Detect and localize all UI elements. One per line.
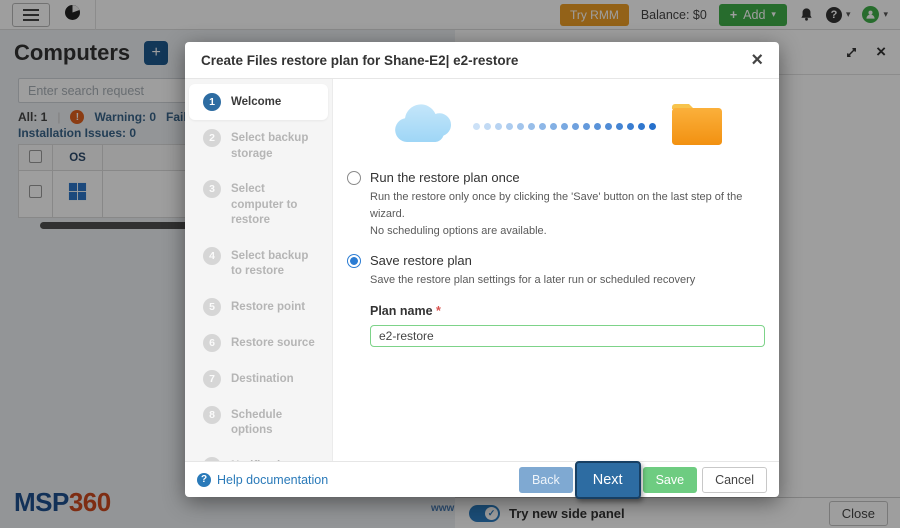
- wizard-step-7[interactable]: 7 Destination: [189, 361, 328, 397]
- plan-name-input[interactable]: [370, 325, 765, 347]
- wizard-step-3[interactable]: 3 Select computer to restore: [189, 171, 328, 238]
- option-description: Save the restore plan settings for a lat…: [370, 272, 765, 289]
- step-number-badge: 7: [203, 370, 221, 388]
- step-label: Destination: [231, 370, 294, 388]
- help-icon: ?: [197, 473, 211, 487]
- option-label: Save restore plan: [370, 253, 472, 268]
- back-button[interactable]: Back: [519, 467, 573, 493]
- option-description: Run the restore only once by clicking th…: [370, 189, 765, 240]
- app-screen: Try RMM Balance: $0 + Add ▾ ? ▾: [0, 0, 900, 528]
- wizard-step-4[interactable]: 4 Select backup to restore: [189, 238, 328, 289]
- option-save-plan: Save restore plan Save the restore plan …: [347, 253, 765, 289]
- radio-run-once[interactable]: [347, 171, 361, 185]
- transfer-dots: [473, 123, 656, 130]
- step-number-badge: 8: [203, 406, 221, 424]
- step-label: Restore point: [231, 298, 305, 316]
- modal-header: Create Files restore plan for Shane-E2| …: [185, 42, 779, 79]
- save-button[interactable]: Save: [643, 467, 698, 493]
- wizard-content: Run the restore plan once Run the restor…: [333, 79, 779, 461]
- step-number-badge: 6: [203, 334, 221, 352]
- step-label: Welcome: [231, 93, 281, 111]
- option-run-once: Run the restore plan once Run the restor…: [347, 170, 765, 240]
- wizard-steps: 1 Welcome 2 Select backup storage 3 Select co…: [185, 79, 333, 461]
- option-label: Run the restore plan once: [370, 170, 520, 185]
- cloud-to-folder-illustration: [347, 95, 765, 157]
- step-number-badge: 5: [203, 298, 221, 316]
- step-label: Restore source: [231, 334, 315, 352]
- step-label: Select computer to restore: [231, 180, 320, 229]
- help-documentation-link[interactable]: ? Help documentation: [197, 473, 328, 487]
- wizard-step-9[interactable]: 9Notifications: [189, 448, 328, 461]
- next-button[interactable]: Next: [575, 461, 641, 499]
- step-number-badge: 3: [203, 180, 221, 198]
- folder-icon: [668, 99, 726, 154]
- cancel-button[interactable]: Cancel: [702, 467, 767, 493]
- option-run-once-row[interactable]: Run the restore plan once: [347, 170, 765, 185]
- modal-footer: ? Help documentation Back Next Save Canc…: [185, 461, 779, 497]
- wizard-step-1[interactable]: 1 Welcome: [189, 84, 328, 120]
- wizard-step-8[interactable]: 8 Schedule options: [189, 397, 328, 448]
- plan-name-group: Plan name *: [370, 304, 765, 347]
- modal-title: Create Files restore plan for Shane-E2| …: [201, 53, 518, 68]
- plan-name-label: Plan name *: [370, 304, 765, 318]
- step-label: Schedule options: [231, 406, 320, 439]
- cloud-icon: [387, 100, 461, 153]
- step-number-badge: 1: [203, 93, 221, 111]
- step-number-badge: 4: [203, 247, 221, 265]
- wizard-step-6[interactable]: 6 Restore source: [189, 325, 328, 361]
- step-number-badge: 2: [203, 129, 221, 147]
- wizard-step-5[interactable]: 5 Restore point: [189, 289, 328, 325]
- step-label: Select backup storage: [231, 129, 320, 162]
- radio-save-plan[interactable]: [347, 254, 361, 268]
- restore-plan-wizard-modal: Create Files restore plan for Shane-E2| …: [185, 42, 779, 497]
- step-label: Select backup to restore: [231, 247, 320, 280]
- required-asterisk: *: [436, 304, 441, 318]
- wizard-step-2[interactable]: 2 Select backup storage: [189, 120, 328, 171]
- option-save-plan-row[interactable]: Save restore plan: [347, 253, 765, 268]
- modal-close-icon[interactable]: ×: [751, 50, 763, 70]
